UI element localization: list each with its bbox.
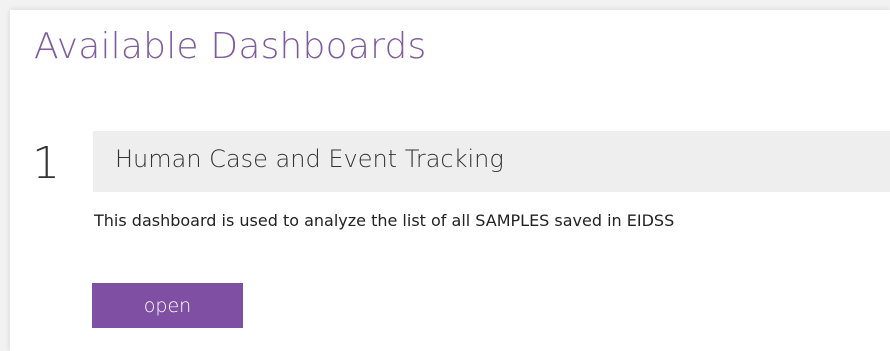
dashboard-title: Human Case and Event Tracking bbox=[115, 145, 504, 173]
dashboards-panel: Available Dashboards 1 Human Case and Ev… bbox=[10, 10, 890, 351]
open-dashboard-button[interactable]: open bbox=[92, 283, 243, 328]
dashboard-number: 1 bbox=[32, 138, 60, 189]
dashboard-description: This dashboard is used to analyze the li… bbox=[94, 211, 675, 230]
dashboard-title-bar: Human Case and Event Tracking bbox=[93, 131, 890, 192]
page-title: Available Dashboards bbox=[34, 26, 427, 67]
